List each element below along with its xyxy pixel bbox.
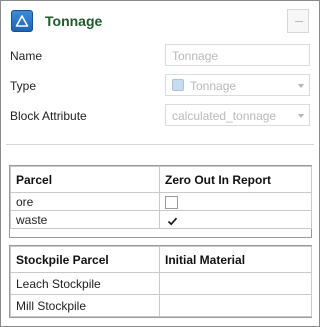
zero-out-cell — [159, 192, 312, 211]
triangle-up-icon — [11, 10, 33, 32]
column-header-stockpile-parcel: Stockpile Parcel — [10, 246, 160, 273]
table-header-row: Parcel Zero Out In Report — [10, 166, 312, 193]
name-value: Tonnage — [172, 49, 219, 63]
panel-title: Tonnage — [45, 13, 103, 29]
column-header-parcel: Parcel — [10, 166, 160, 193]
table-header-row: Stockpile Parcel Initial Material — [10, 246, 312, 273]
stockpile-parcel-cell: Leach Stockpile — [10, 272, 160, 295]
type-value: Tonnage — [190, 79, 237, 93]
checkmark-icon — [167, 217, 178, 226]
zero-out-checkbox-waste[interactable] — [165, 213, 178, 227]
column-header-initial-material: Initial Material — [159, 246, 312, 273]
type-label: Type — [10, 79, 37, 93]
block-attribute-label: Block Attribute — [10, 109, 87, 123]
collapse-button[interactable] — [287, 9, 309, 33]
minus-icon — [295, 21, 303, 22]
stockpile-parcel-cell: Mill Stockpile — [10, 294, 160, 317]
chevron-down-icon — [298, 84, 304, 88]
type-select[interactable]: Tonnage — [165, 74, 310, 96]
parcel-cell: ore — [10, 192, 160, 211]
table-row: ore — [10, 192, 312, 211]
section-divider — [6, 144, 314, 145]
initial-material-cell[interactable] — [159, 294, 312, 317]
name-field[interactable]: Tonnage — [165, 44, 310, 66]
parcel-table: Parcel Zero Out In Report ore waste — [10, 166, 312, 229]
table-row: Mill Stockpile — [10, 294, 312, 317]
name-label: Name — [10, 49, 43, 63]
chevron-down-icon — [298, 114, 304, 118]
block-attribute-value: calculated_tonnage — [172, 109, 277, 123]
panel-header: Tonnage — [1, 1, 319, 41]
zero-out-checkbox-ore[interactable] — [165, 195, 178, 209]
table-row: waste — [10, 210, 312, 229]
tonnage-panel: Tonnage Name Tonnage Type Tonnage Block … — [0, 0, 320, 327]
type-icon — [172, 79, 184, 91]
table-row: Leach Stockpile — [10, 272, 312, 295]
stockpile-table: Stockpile Parcel Initial Material Leach … — [10, 246, 312, 317]
zero-out-cell — [159, 210, 312, 229]
block-attribute-select[interactable]: calculated_tonnage — [165, 104, 310, 126]
parcel-cell: waste — [10, 210, 160, 229]
initial-material-cell[interactable] — [159, 272, 312, 295]
column-header-zero-out: Zero Out In Report — [159, 166, 312, 193]
